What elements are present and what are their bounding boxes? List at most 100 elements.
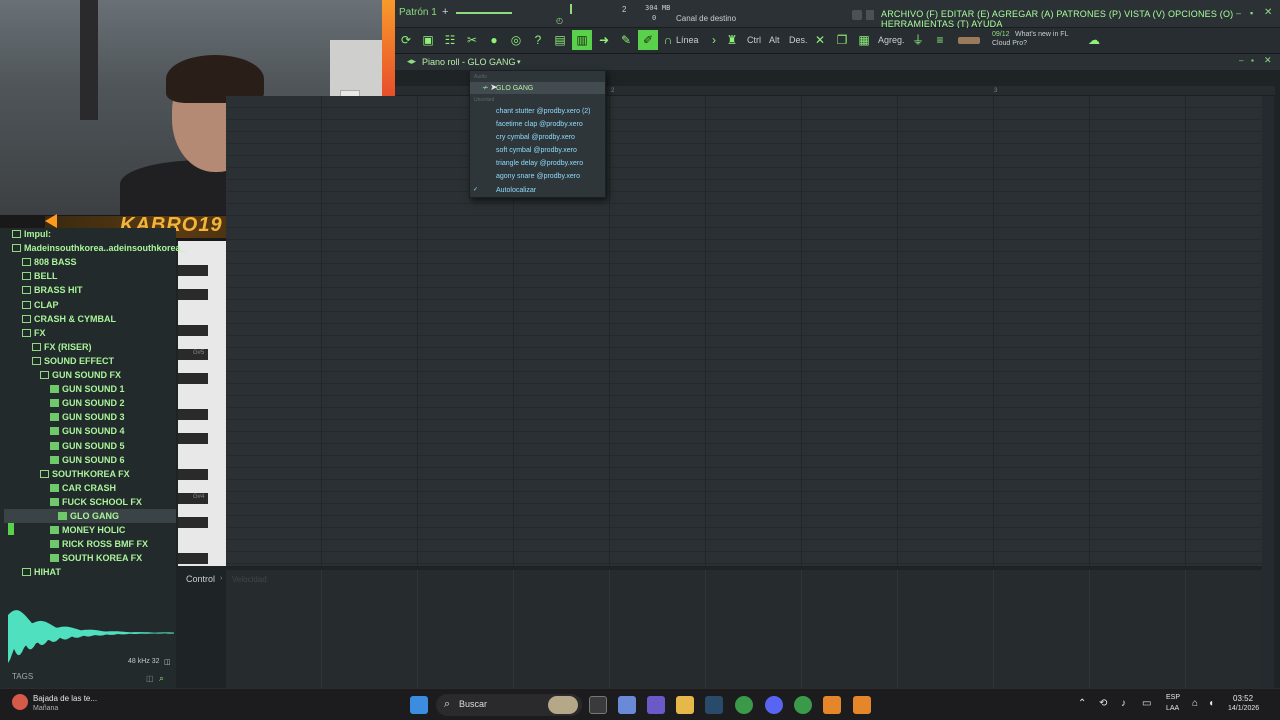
black-key[interactable] — [178, 373, 208, 384]
ctrl-button[interactable]: Ctrl — [747, 35, 761, 45]
browser-folder-item[interactable]: 808 BASS — [22, 255, 77, 269]
search-placeholder[interactable]: Buscar — [459, 699, 487, 709]
black-key[interactable] — [178, 289, 208, 300]
file-explorer-icon[interactable] — [676, 696, 694, 714]
tray-overflow-icon[interactable]: ⌃ — [1078, 698, 1086, 709]
autolocalize-option[interactable]: Autolocalizar — [496, 187, 536, 194]
line-mode[interactable]: Línea — [676, 35, 699, 45]
browser-folder-item[interactable]: SOUTHKOREA FX — [40, 467, 130, 481]
master-volume-slider[interactable] — [456, 12, 512, 14]
magnet-icon[interactable]: ∩ — [660, 32, 676, 48]
pr-maximize-icon[interactable]: ▪ — [1251, 56, 1254, 65]
pencil-icon[interactable]: ✎ — [618, 32, 634, 48]
instrument-thumb-icon[interactable] — [958, 37, 980, 44]
browser-sample-item[interactable]: MONEY HOLIC — [50, 523, 125, 537]
browser-sample-item[interactable]: GLO GANG — [4, 509, 176, 523]
stamp-icon[interactable]: ♜ — [724, 32, 740, 48]
black-key[interactable] — [178, 517, 208, 528]
paste-icon[interactable]: ▦ — [856, 32, 872, 48]
pattern-selector[interactable]: Patrón 1 — [399, 7, 437, 18]
piano-keyboard[interactable]: G#5 G#4 — [178, 241, 226, 566]
help-icon[interactable]: ? — [530, 32, 546, 48]
browser-sample-item[interactable]: GUN SOUND 4 — [50, 424, 125, 438]
dropdown-item[interactable]: cry cymbal @prodby.xero — [496, 134, 575, 141]
black-key[interactable] — [178, 325, 208, 336]
tray-sync-icon[interactable]: ⟲ — [1099, 698, 1107, 709]
pr-close-icon[interactable]: ✕ — [1264, 55, 1272, 66]
notification-subtitle[interactable]: Mañana — [33, 705, 58, 712]
piano-roll-title[interactable]: Piano roll - GLO GANG — [422, 57, 516, 67]
copilot-icon[interactable] — [618, 696, 636, 714]
piano-roll-icon[interactable]: ▤ — [552, 32, 568, 48]
windows-start-icon[interactable] — [410, 696, 428, 714]
destination-channel[interactable]: Canal de destino — [676, 14, 736, 23]
tags-label[interactable]: TAGS — [12, 672, 33, 681]
browser-sample-item[interactable]: GUN SOUND 5 — [50, 439, 125, 453]
step-sequencer-active-icon[interactable]: ▥ — [572, 30, 592, 50]
draw-tool-active-icon[interactable]: ✐ — [638, 30, 658, 50]
browser-folder-item[interactable]: FX (RISER) — [32, 340, 92, 354]
cut-icon[interactable]: ✂ — [464, 32, 480, 48]
fl-studio-alt-icon[interactable] — [853, 696, 871, 714]
plugin-icon[interactable]: ⏚ — [910, 32, 926, 48]
clock-date[interactable]: 14/1/2026 — [1228, 705, 1259, 712]
browser-sample-item[interactable]: RICK ROSS BMF FX — [50, 537, 148, 551]
piano-roll-arrow-icon[interactable]: ◂▸ — [407, 56, 416, 67]
volume-icon[interactable]: ◖ — [1208, 698, 1214, 709]
copy-icon[interactable]: ❐ — [834, 32, 850, 48]
chrome-icon[interactable] — [735, 696, 753, 714]
language-indicator[interactable]: ESP — [1166, 694, 1180, 701]
black-key[interactable] — [178, 469, 208, 480]
dropdown-item[interactable]: agony snare @prodby.xero — [496, 173, 580, 180]
chrome-profile-icon[interactable] — [794, 696, 812, 714]
alt-button[interactable]: Alt — [769, 35, 780, 45]
dropdown-item[interactable]: chant stutter @prodby.xero (2) — [496, 108, 591, 115]
browser-sample-item[interactable]: SOUTH KOREA FX — [50, 551, 142, 565]
tray-mic-icon[interactable]: ♪ — [1121, 698, 1126, 709]
browser-folder-item[interactable]: FX — [22, 326, 46, 340]
snap-icon[interactable] — [866, 10, 874, 20]
black-key[interactable] — [178, 433, 208, 444]
main-menu[interactable]: ARCHIVO (F) EDITAR (E) AGREGAR (A) PATRO… — [881, 9, 1280, 29]
mixer-icon[interactable]: ☷ — [442, 32, 458, 48]
browser-folder-item[interactable]: CRASH & CYMBAL — [22, 312, 116, 326]
play-arrow-icon[interactable]: ➜ — [596, 32, 612, 48]
sample-waveform[interactable] — [8, 600, 174, 666]
task-view-icon[interactable] — [589, 696, 607, 714]
chevron-right-icon[interactable]: › — [706, 32, 722, 48]
dropdown-item-selected[interactable]: GLO GANG — [496, 85, 533, 92]
browser-sample-item[interactable]: GUN SOUND 1 — [50, 382, 125, 396]
notification-title[interactable]: Bajada de las te... — [33, 694, 97, 703]
add-button[interactable]: Agreg. — [878, 35, 905, 45]
browser-folder-item[interactable]: Madeinsouthkorea..adeinsouthkorea_ — [12, 241, 186, 255]
browser-folder-item[interactable]: HIHAT — [22, 565, 61, 579]
browser-sample-item[interactable]: GUN SOUND 6 — [50, 453, 125, 467]
language-sub[interactable]: LAA — [1166, 705, 1179, 712]
record-mic-icon[interactable]: ● — [486, 32, 502, 48]
dropdown-item[interactable]: soft cymbal @prodby.xero — [496, 147, 577, 154]
close-window-icon[interactable]: ✕ — [1264, 7, 1272, 18]
news-title[interactable]: What's new in FL — [1015, 31, 1068, 38]
black-key[interactable] — [178, 409, 208, 420]
title-dropdown-chevron-icon[interactable]: ▾ — [517, 58, 521, 66]
pr-minimize-icon[interactable]: – — [1239, 56, 1243, 65]
clock-time[interactable]: 03:52 — [1233, 694, 1253, 703]
control-chevron-icon[interactable]: › — [220, 575, 222, 582]
control-label[interactable]: Control — [186, 574, 215, 584]
loop-icon[interactable]: ⟳ — [398, 32, 414, 48]
dropdown-item[interactable]: triangle delay @prodby.xero — [496, 160, 583, 167]
delete-icon[interactable]: ✕ — [812, 32, 828, 48]
browser-folder-item[interactable]: BRASS HIT — [22, 283, 83, 297]
list-icon[interactable]: ≡ — [932, 32, 948, 48]
add-pattern-button[interactable]: + — [442, 6, 448, 18]
event-editor[interactable] — [226, 570, 1262, 688]
vertical-scrollbar[interactable] — [1262, 96, 1274, 688]
search-highlight-icon[interactable] — [548, 696, 578, 714]
minimize-window-icon[interactable]: – — [1236, 8, 1241, 18]
network-icon[interactable]: ⌂ — [1192, 698, 1198, 709]
weather-icon[interactable] — [12, 694, 28, 710]
black-key[interactable] — [178, 553, 208, 564]
note-grid[interactable] — [226, 96, 1262, 566]
metronome-icon[interactable]: ◴ — [556, 16, 563, 25]
tray-display-icon[interactable]: ▭ — [1142, 698, 1151, 709]
